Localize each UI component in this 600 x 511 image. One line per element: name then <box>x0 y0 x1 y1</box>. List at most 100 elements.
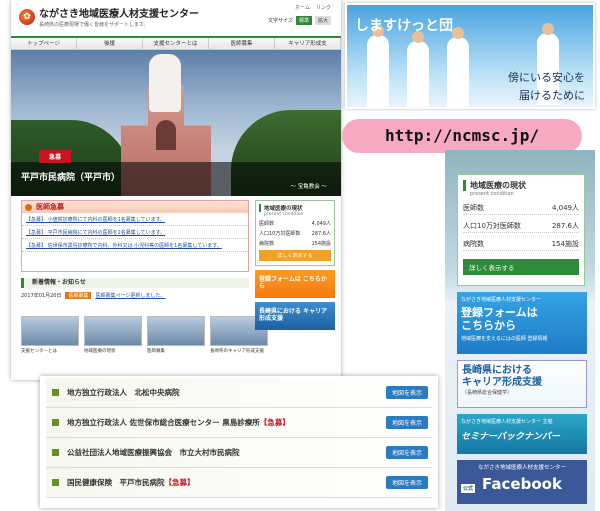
stat-label: 医師数 <box>463 204 484 212</box>
career-sub: （長崎県総合保健学） <box>462 390 513 396</box>
font-size-switcher: 文字サイズ 標準 拡大 <box>268 16 331 25</box>
hospital-list-card: 地方独立行政法人 北松中央病院 地図を表示 地方独立行政法人 佐世保市総合医療セ… <box>40 376 438 508</box>
side-stats-box: 地域医療の現状 present condition 医師数 4,049人 人口10… <box>255 200 335 266</box>
photo-background: しますけっと団 傍にいる安心を 届けるために <box>347 5 593 107</box>
news-badge: 医師募集 <box>65 292 92 299</box>
seminar-top: ながさき地域医療人材支援センター 主催 <box>461 419 553 425</box>
stat-value: 4,049人 <box>551 204 579 212</box>
condition-detail-button[interactable]: 詳しく表示する <box>463 259 579 275</box>
nav-item-career[interactable]: キャリア形成支 <box>275 38 341 49</box>
nav-item-top[interactable]: トップページ <box>11 38 77 49</box>
side-detail-button[interactable]: 詳しく表示する <box>259 250 331 261</box>
site-url-label: http://ncmsc.jp/ <box>342 119 582 153</box>
facebook-banner[interactable]: ながさき地域医療人材支援センター 公式 Facebook <box>457 460 587 504</box>
hospital-name: 地方独立行政法人 佐世保市総合医療センター 黒島診療所【急募】 <box>67 418 290 427</box>
condition-row: 医師数 4,049人 <box>463 203 579 215</box>
thumb-condition[interactable]: 地域医療の現状 <box>84 316 142 354</box>
photo-caption-1: 傍にいる安心を <box>508 71 585 84</box>
news-date: 2017年01月20日 <box>21 293 62 299</box>
bullet-icon <box>52 419 59 426</box>
career-main-2: キャリア形成支援 <box>462 377 542 388</box>
hospital-name: 地方独立行政法人 北松中央病院 <box>67 388 180 397</box>
photo-title: しますけっと団 <box>355 18 453 34</box>
urgent-item[interactable]: 【急募】 平戸市民病院にて内科の医師を2名募集しています。 <box>22 226 248 239</box>
stat-label: 病院数 <box>259 241 275 247</box>
font-size-standard-button[interactable]: 標準 <box>295 16 312 25</box>
bullet-icon <box>52 449 59 456</box>
stat-value: 154施設 <box>551 240 579 248</box>
stat-label: 人口10万対医師数 <box>463 222 521 230</box>
staff-head <box>452 27 464 39</box>
seminar-banner[interactable]: ながさき地域医療人材支援センター 主催 セミナーバックナンバー <box>457 414 587 454</box>
news-heading: 新着情報・お知らせ <box>21 278 249 288</box>
stat-value: 287.6人 <box>311 231 331 237</box>
stat-value: 287.6人 <box>551 222 579 230</box>
thumb-about[interactable]: 支援センターとは <box>21 316 79 354</box>
home-link[interactable]: ホーム <box>295 4 310 11</box>
thumb-recruit[interactable]: 医師募集 <box>147 316 205 354</box>
stat-label: 医師数 <box>259 221 275 227</box>
hero-image: 急募 平戸市民病院（平戸市） ～ 宝亀教会 ～ <box>11 50 341 196</box>
condition-row: 病院数 154施設 <box>463 239 579 251</box>
facebook-top: ながさき地域医療人材支援センター <box>477 465 566 471</box>
facebook-official-badge: 公式 <box>461 484 476 493</box>
statue-illustration <box>149 54 181 112</box>
urgent-item[interactable]: 【急募】 佐世保市黒島診療所で内科、外科又は 小児科等の医師を1名募集しています… <box>22 239 248 252</box>
hero-title[interactable]: 平戸市民病院（平戸市） <box>21 170 120 183</box>
font-size-large-button[interactable]: 拡大 <box>314 16 331 25</box>
stat-value: 154施設 <box>311 241 331 247</box>
global-nav: トップページ 後援 支援センターとは 医師募集 キャリア形成支 <box>11 36 341 50</box>
show-map-button[interactable]: 地図を表示 <box>385 416 428 429</box>
font-size-label: 文字サイズ <box>268 18 293 24</box>
thumb-image <box>21 316 79 346</box>
side-stat-row: 人口10万対医師数 287.6人 <box>259 230 331 237</box>
hospital-row: 公益社団法人地域医療振興協会 市立大村市民病院 地図を表示 <box>46 438 432 468</box>
urgent-recruit-box: 医師急募 【急募】 小値賀診療所にて内科の医師を1名募集しています。 【急募】 … <box>21 200 249 272</box>
hospital-row: 国民健康保険 平戸市民病院【急募】 地図を表示 <box>46 468 432 498</box>
stat-value: 4,049人 <box>311 221 331 227</box>
show-map-button[interactable]: 地図を表示 <box>385 386 428 399</box>
side-career-banner[interactable]: 長崎県における キャリア形成支援 <box>255 302 335 330</box>
logo-mark-icon: ✿ <box>19 8 35 25</box>
news-link[interactable]: 医師募集ページ更新しました。 <box>95 292 165 299</box>
condition-sub: present condition <box>470 191 514 197</box>
side-stat-row: 病院数 154施設 <box>259 240 331 247</box>
register-top: ながさき地域医療人材支援センター <box>461 297 542 303</box>
logo-subtitle: 長崎県の医療現場で働く皆様をサポートします。 <box>39 22 149 28</box>
site-logo[interactable]: ✿ ながさき地域医療人材支援センター 長崎県の医療現場で働く皆様をサポートします… <box>19 5 199 28</box>
nav-item-recruit[interactable]: 医師募集 <box>209 38 275 49</box>
thumb-image <box>147 316 205 346</box>
church-window <box>156 120 176 150</box>
thumb-caption: 医師募集 <box>147 349 165 354</box>
register-sub: 地域医療を支えるにはの医師 登録情報 <box>461 336 548 342</box>
facebook-label: Facebook <box>482 475 562 493</box>
show-map-button[interactable]: 地図を表示 <box>385 476 428 489</box>
bullet-icon <box>52 479 59 486</box>
thumb-caption: 支援センターとは <box>21 349 57 354</box>
staff-figure <box>447 37 469 107</box>
hospital-row: 地方独立行政法人 北松中央病院 地図を表示 <box>46 378 432 408</box>
side-column: 地域医療の現状 present condition 医師数 4,049人 人口10… <box>255 200 335 330</box>
condition-row: 人口10万対医師数 287.6人 <box>463 221 579 233</box>
logo-title: ながさき地域医療人材支援センター <box>39 9 199 20</box>
nav-item-about[interactable]: 支援センターとは <box>143 38 209 49</box>
news-row: 2017年01月20日 医師募集 医師募集ページ更新しました。 <box>21 292 249 299</box>
condition-box: 地域医療の現状 present condition 医師数 4,049人 人口10… <box>457 174 585 286</box>
stat-label: 人口10万対医師数 <box>259 231 301 237</box>
register-main-2: こちらから <box>461 319 516 332</box>
thumb-caption: 地域医療の現状 <box>84 349 116 354</box>
urgent-item[interactable]: 【急募】 小値賀診療所にて内科の医師を1名募集しています。 <box>22 213 248 226</box>
hospital-row: 地方独立行政法人 佐世保市総合医療センター 黒島診療所【急募】 地図を表示 <box>46 408 432 438</box>
career-banner[interactable]: 長崎県における キャリア形成支援 （長崎県総合保健学） <box>457 360 587 408</box>
show-map-button[interactable]: 地図を表示 <box>385 446 428 459</box>
links-link[interactable]: リンク <box>316 4 331 11</box>
staff-figure <box>407 41 429 107</box>
nav-item-support[interactable]: 後援 <box>77 38 143 49</box>
news-box: 新着情報・お知らせ 2017年01月20日 医師募集 医師募集ページ更新しました… <box>21 278 249 308</box>
side-register-banner[interactable]: 登録フォームは こちらから <box>255 270 335 298</box>
hospital-name: 公益社団法人地域医療振興協会 市立大村市民病院 <box>67 448 240 457</box>
top-links: ホーム リンク <box>295 4 331 11</box>
seminar-main: セミナーバックナンバー <box>461 432 560 442</box>
register-banner[interactable]: ながさき地域医療人材支援センター 登録フォームは こちらから 地域医療を支えるに… <box>457 292 587 354</box>
side-stats-sub: present condition <box>264 212 304 217</box>
